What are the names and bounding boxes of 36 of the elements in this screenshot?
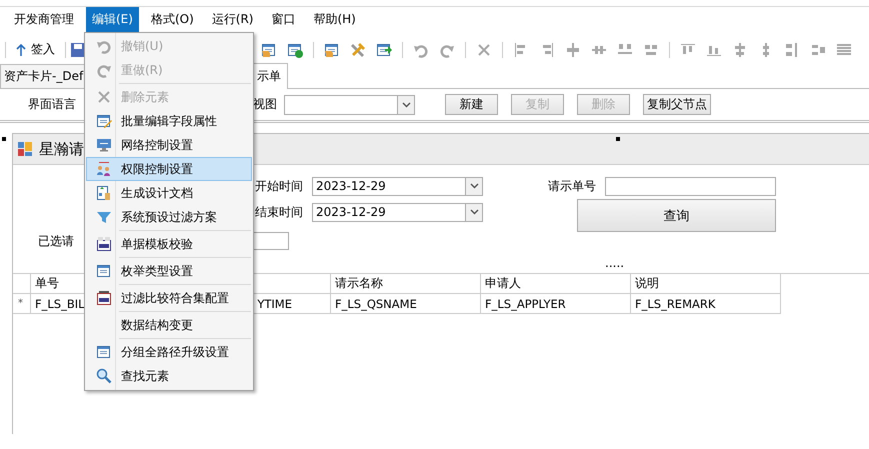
menu-item[interactable]: 系统预设过滤方案 (86, 205, 252, 229)
menu-item[interactable]: 格式(O) (144, 7, 200, 32)
column-header[interactable]: 申请人 (481, 274, 631, 294)
check-in-button[interactable]: 签入 (14, 41, 57, 58)
menu-item[interactable]: 运行(R) (206, 7, 260, 32)
menu-item[interactable]: 窗口 (265, 7, 302, 32)
view-label: 视图 (253, 96, 278, 113)
toolbar-button[interactable]: 复制父节点 (643, 94, 711, 115)
menu-item[interactable]: 帮助(H) (307, 7, 362, 32)
column-header[interactable]: 请示名称 (331, 274, 481, 294)
bill-number-label: 请示单号 (548, 178, 597, 194)
menu-item[interactable]: 数据结构变更 (86, 313, 252, 337)
panel-title: 星瀚请 (39, 140, 84, 158)
menu-item[interactable]: 批量编辑字段属性 (86, 109, 252, 133)
menu-item[interactable]: 网络控制设置 (86, 133, 252, 157)
menu-item[interactable]: 枚举类型设置 (86, 259, 252, 283)
table-cell: F_LS_REMARK (631, 294, 781, 314)
menu-item[interactable]: 查找元素 (86, 364, 252, 388)
toolbar-button[interactable]: 新建 (445, 94, 498, 115)
menu-item[interactable]: 开发商管理 (8, 7, 80, 32)
end-time-label: 结束时间 (255, 204, 304, 220)
start-time-label: 开始时间 (255, 178, 304, 194)
menu-item[interactable]: 生成设计文档 (86, 181, 252, 205)
date-dropdown[interactable]: 2023-12-29 (312, 202, 483, 222)
splitter-handle[interactable]: ..... (605, 260, 629, 270)
column-header[interactable]: 说明 (631, 274, 781, 294)
menu-item[interactable]: 权限控制设置 (86, 157, 252, 181)
menu-item[interactable]: 编辑(E) (86, 7, 139, 32)
query-button[interactable]: 查询 (577, 199, 776, 232)
selected-label: 已选请 (38, 232, 74, 250)
language-label: 界面语言 (28, 96, 76, 113)
menu-item[interactable]: 分组全路径升级设置 (86, 340, 252, 364)
table-cell: F_LS_APPLYER (481, 294, 631, 314)
table-cell: F_LS_QSNAME (331, 294, 481, 314)
menu-item[interactable]: 单据模板校验 (86, 232, 252, 256)
date-dropdown[interactable]: 2023-12-29 (312, 176, 483, 196)
